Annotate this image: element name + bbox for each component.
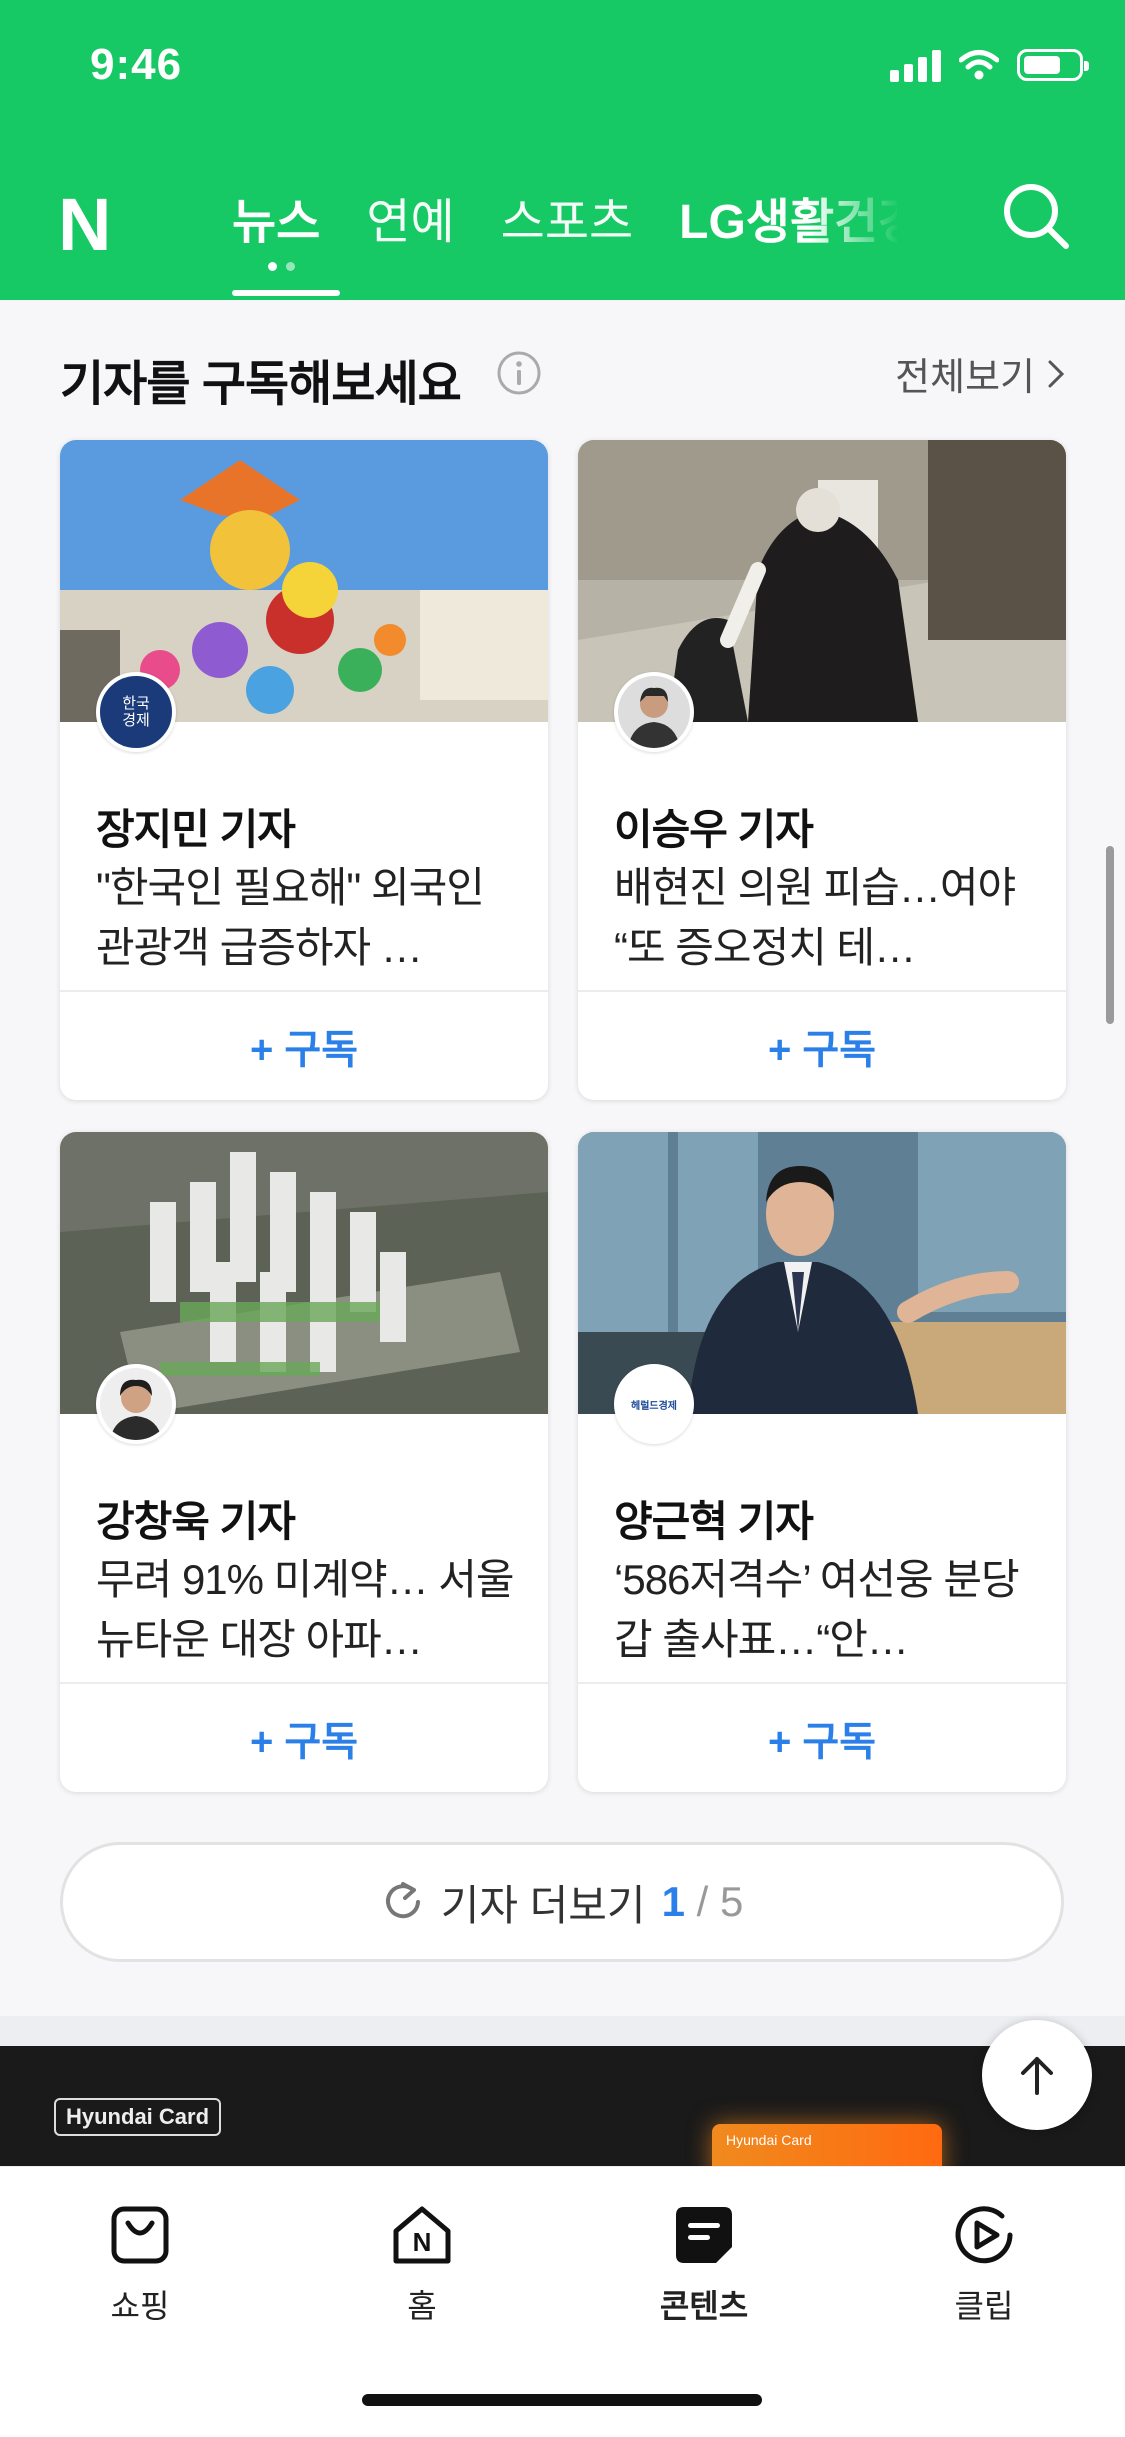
active-tab-indicator xyxy=(232,290,340,296)
more-reporters-label: 기자 더보기 xyxy=(440,1881,646,1929)
tab-sports[interactable]: 스포츠 xyxy=(501,182,633,252)
media-logo-text: 한국 xyxy=(122,695,150,712)
nav-home[interactable]: N 홈 xyxy=(322,2203,522,2327)
media-logo-text: 헤럴드경제 xyxy=(631,1400,677,1412)
hyundai-card-logo: Hyundai Card xyxy=(54,2098,222,2136)
media-logo-avatar[interactable]: 한국 경제 xyxy=(96,672,176,752)
clip-play-icon xyxy=(955,2206,1013,2264)
more-reporters-button[interactable]: 기자 더보기 1 / 5 xyxy=(60,1842,1064,1962)
nav-contents[interactable]: 콘텐츠 xyxy=(604,2203,804,2327)
reporter-name[interactable]: 강창욱 기자 xyxy=(96,1488,296,1549)
page-total: 5 xyxy=(719,1878,744,1925)
article-headline[interactable]: "한국인 필요해" 외국인 관광객 급증하자 … xyxy=(96,858,516,978)
nav-label: 홈 xyxy=(407,2288,437,2324)
nav-label: 클립 xyxy=(954,2288,1014,2324)
reporter-avatar[interactable] xyxy=(614,672,694,752)
article-headline[interactable]: 배현진 의원 피습…여야 “또 증오정치 테… xyxy=(614,858,1034,978)
chevron-right-icon xyxy=(1048,360,1065,387)
page-separator: / xyxy=(696,1878,709,1925)
reporter-card[interactable]: 한국 경제 장지민 기자 "한국인 필요해" 외국인 관광객 급증하자 … + … xyxy=(60,440,548,1100)
cellular-signal-icon xyxy=(890,48,941,82)
ad-banner[interactable]: Hyundai Card Hyundai Card xyxy=(0,2046,1125,2166)
subscribe-button[interactable]: + 구독 xyxy=(60,992,548,1100)
info-icon[interactable] xyxy=(496,350,542,396)
section-title: 기자를 구독해보세요 xyxy=(60,358,462,411)
reporter-avatar[interactable] xyxy=(96,1364,176,1444)
wifi-icon xyxy=(959,50,999,80)
status-time: 9:46 xyxy=(90,40,183,89)
app-header: 9:46 N 뉴스연예스포츠LG생활건강 xyxy=(0,0,1125,300)
arrow-up-icon xyxy=(1021,2057,1053,2095)
home-icon: N xyxy=(393,2206,451,2264)
page-current: 1 xyxy=(661,1878,685,1925)
nav-label: 쇼핑 xyxy=(110,2288,170,2324)
home-indicator xyxy=(362,2394,762,2406)
ad-card-image: Hyundai Card xyxy=(712,2124,942,2166)
tab-page-dots xyxy=(268,262,295,271)
nav-label: 콘텐츠 xyxy=(659,2288,749,2324)
reporter-card[interactable]: 헤럴드경제 양근혁 기자 ‘586저격수’ 여선웅 분당갑 출사표…“안… + … xyxy=(578,1132,1066,1792)
section-separator xyxy=(0,2016,1125,2046)
scroll-indicator[interactable] xyxy=(1106,846,1114,1024)
naver-logo[interactable]: N xyxy=(58,188,111,262)
see-all-label: 전체보기 xyxy=(895,357,1035,399)
reporter-name[interactable]: 양근혁 기자 xyxy=(614,1488,814,1549)
tab-entertainment[interactable]: 연예 xyxy=(366,182,454,252)
reporter-name[interactable]: 이승우 기자 xyxy=(614,796,814,857)
reporter-card[interactable]: 강창욱 기자 무려 91% 미계약… 서울 뉴타운 대장 아파… + 구독 xyxy=(60,1132,548,1792)
svg-text:N: N xyxy=(413,2227,432,2257)
category-tabs: 뉴스연예스포츠LG생활건강 xyxy=(232,182,897,300)
subscribe-button[interactable]: + 구독 xyxy=(578,1684,1066,1792)
tabs-fade xyxy=(810,180,900,260)
media-logo-text: 경제 xyxy=(122,712,150,729)
shopping-bag-icon xyxy=(111,2206,169,2264)
contents-icon xyxy=(676,2207,732,2263)
battery-icon xyxy=(1017,49,1089,81)
status-icons xyxy=(890,48,1089,82)
nav-clip[interactable]: 클립 xyxy=(884,2203,1084,2327)
subscribe-button[interactable]: + 구독 xyxy=(578,992,1066,1100)
media-logo-avatar[interactable]: 헤럴드경제 xyxy=(614,1364,694,1444)
see-all-link[interactable]: 전체보기 xyxy=(895,346,1065,401)
subscribe-button[interactable]: + 구독 xyxy=(60,1684,548,1792)
refresh-icon xyxy=(385,1882,420,1919)
ad-card-label: Hyundai Card xyxy=(726,2132,812,2148)
article-headline[interactable]: ‘586저격수’ 여선웅 분당갑 출사표…“안… xyxy=(614,1550,1034,1670)
reporter-card[interactable]: 이승우 기자 배현진 의원 피습…여야 “또 증오정치 테… + 구독 xyxy=(578,440,1066,1100)
article-headline[interactable]: 무려 91% 미계약… 서울 뉴타운 대장 아파… xyxy=(96,1550,516,1670)
reporter-name[interactable]: 장지민 기자 xyxy=(96,796,296,857)
search-icon[interactable] xyxy=(1000,180,1072,252)
nav-shopping[interactable]: 쇼핑 xyxy=(40,2203,240,2327)
scroll-to-top-button[interactable] xyxy=(982,2020,1092,2130)
tab-news[interactable]: 뉴스 xyxy=(232,182,320,252)
